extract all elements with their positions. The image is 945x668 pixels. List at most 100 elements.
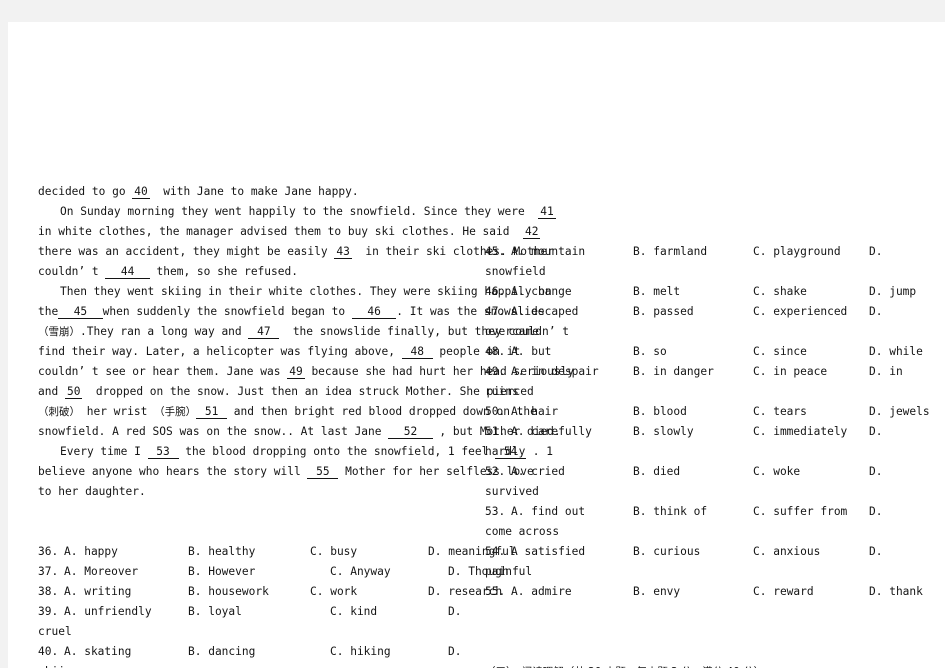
cloze-blank[interactable]: 50 — [64, 385, 83, 399]
option-c[interactable]: C. kind — [330, 602, 377, 622]
option-d[interactable]: D. in — [869, 362, 903, 382]
question-row: 50. A. hair B. blood C. tears D. jewels — [485, 402, 940, 422]
option-b[interactable]: B. dancing — [188, 642, 255, 662]
option-overflow-text[interactable]: hardly — [485, 442, 940, 462]
option-a[interactable]: A. happy — [64, 542, 118, 562]
option-d[interactable]: D. jump — [869, 282, 916, 302]
cloze-blank[interactable]: 43 — [334, 245, 352, 259]
option-b[interactable]: B. slowly — [633, 422, 694, 442]
cloze-blank[interactable]: 45 — [58, 305, 103, 319]
cloze-blank[interactable]: 40 — [132, 185, 150, 199]
option-d[interactable]: D. while — [869, 342, 923, 362]
option-a[interactable]: A. skating — [64, 642, 131, 662]
question-row: 49. A. in despair B. in danger C. in peace D… — [485, 362, 940, 382]
option-a[interactable]: A. admire — [511, 582, 572, 602]
option-c[interactable]: C. suffer from — [753, 502, 847, 522]
option-b[interactable]: B. farmland — [633, 242, 707, 262]
left-column: decided to go 40 with Jane to make Jane … — [38, 22, 574, 668]
cloze-blank[interactable]: 55 — [307, 465, 339, 479]
question-number: 46. — [485, 285, 506, 298]
option-overflow-text[interactable]: overcame — [485, 322, 940, 342]
option-a[interactable]: A. change — [511, 282, 572, 302]
option-overflow-text[interactable]: snowfield — [485, 262, 940, 282]
cloze-blank[interactable]: 44 — [105, 265, 150, 279]
option-overflow-text[interactable]: ruins — [485, 382, 940, 402]
option-c[interactable]: C. experienced — [753, 302, 847, 322]
option-a[interactable]: A. find out — [511, 502, 585, 522]
question-number: 54. — [485, 545, 506, 558]
cloze-blank[interactable]: 47 — [248, 325, 280, 339]
cloze-blank[interactable]: 48 — [401, 345, 433, 359]
option-c[interactable]: C. hiking — [330, 642, 391, 662]
option-a[interactable]: A. Moreover — [64, 562, 138, 582]
option-b[interactable]: B. in danger — [633, 362, 714, 382]
option-c[interactable]: C. in peace — [753, 362, 827, 382]
option-b[interactable]: B. curious — [633, 542, 700, 562]
cloze-options-right: 45. A. mountain B. farmland C. playground D.… — [485, 242, 940, 602]
option-c[interactable]: C. reward — [753, 582, 814, 602]
option-b[interactable]: B. housework — [188, 582, 269, 602]
option-c[interactable]: C. shake — [753, 282, 807, 302]
option-c[interactable]: C. work — [310, 582, 357, 602]
option-c[interactable]: C. playground — [753, 242, 841, 262]
option-overflow-text[interactable]: painful — [485, 562, 940, 582]
option-c[interactable]: C. woke — [753, 462, 800, 482]
option-d[interactable]: D. — [869, 462, 882, 482]
question-row: 38. A. writing B. housework C. work D. resea… — [38, 582, 502, 602]
option-a[interactable]: A. in despair — [511, 362, 599, 382]
option-c[interactable]: C. immediately — [753, 422, 847, 442]
option-a[interactable]: A. escaped — [511, 302, 578, 322]
cloze-blank[interactable]: 46 — [351, 305, 397, 319]
option-d[interactable]: D. — [869, 542, 882, 562]
option-a[interactable]: A satisfied — [511, 542, 585, 562]
option-b[interactable]: B. passed — [633, 302, 694, 322]
option-c[interactable]: C. since — [753, 342, 807, 362]
option-b[interactable]: B. healthy — [188, 542, 255, 562]
passage-text: the — [38, 305, 59, 318]
question-row: 51. A. carefully B. slowly C. immediately D. — [485, 422, 940, 442]
option-c[interactable]: C. anxious — [753, 542, 820, 562]
option-a[interactable]: A. mountain — [511, 242, 585, 262]
option-overflow-text[interactable]: cruel — [38, 622, 488, 642]
option-b[interactable]: B. blood — [633, 402, 687, 422]
option-overflow-text[interactable]: come across — [485, 522, 940, 542]
option-b[interactable]: B. However — [188, 562, 255, 582]
option-overflow-text[interactable]: survived — [485, 482, 940, 502]
option-a[interactable]: A. hair — [511, 402, 558, 422]
option-d[interactable]: D. — [448, 602, 461, 622]
cloze-blank[interactable]: 51 — [196, 405, 228, 419]
option-c[interactable]: C. busy — [310, 542, 357, 562]
passage-text: with Jane to make Jane happy. — [149, 185, 359, 198]
option-b[interactable]: B. died — [633, 462, 680, 482]
passage-line: find their way. Later, a helicopter was … — [38, 342, 520, 362]
cloze-blank[interactable]: 49 — [287, 365, 305, 379]
option-b[interactable]: B. melt — [633, 282, 680, 302]
question-row: 45. A. mountain B. farmland C. playground D. — [485, 242, 940, 262]
option-d[interactable]: D. — [869, 422, 882, 442]
option-c[interactable]: C. tears — [753, 402, 807, 422]
passage-text: .They ran a long way and — [80, 325, 249, 338]
option-d[interactable]: D. — [869, 502, 882, 522]
option-d[interactable]: D. thank — [869, 582, 923, 602]
option-a[interactable]: A. unfriendly — [64, 602, 152, 622]
option-d[interactable]: D. jewels — [869, 402, 930, 422]
option-a[interactable]: A. but — [511, 342, 551, 362]
option-overflow-text[interactable]: skiing — [38, 662, 488, 668]
question-number: 38. — [38, 585, 59, 598]
passage-text: snowfield. A red SOS was on the snow.. A… — [38, 425, 389, 438]
cloze-blank[interactable]: 53 — [147, 445, 179, 459]
option-d[interactable]: D. — [869, 302, 882, 322]
option-d[interactable]: D. — [869, 242, 882, 262]
option-b[interactable]: B. so — [633, 342, 667, 362]
option-d[interactable]: D. — [448, 642, 461, 662]
option-a[interactable]: A. carefully — [511, 422, 592, 442]
option-b[interactable]: B. think of — [633, 502, 707, 522]
option-a[interactable]: A. writing — [64, 582, 131, 602]
passage-text: and — [38, 385, 65, 398]
option-b[interactable]: B. loyal — [188, 602, 242, 622]
passage-line: Then they went skiing in their white clo… — [38, 282, 552, 302]
cloze-blank[interactable]: 52 — [388, 425, 433, 439]
option-c[interactable]: C. Anyway — [330, 562, 391, 582]
option-a[interactable]: A. cried — [511, 462, 565, 482]
option-b[interactable]: B. envy — [633, 582, 680, 602]
